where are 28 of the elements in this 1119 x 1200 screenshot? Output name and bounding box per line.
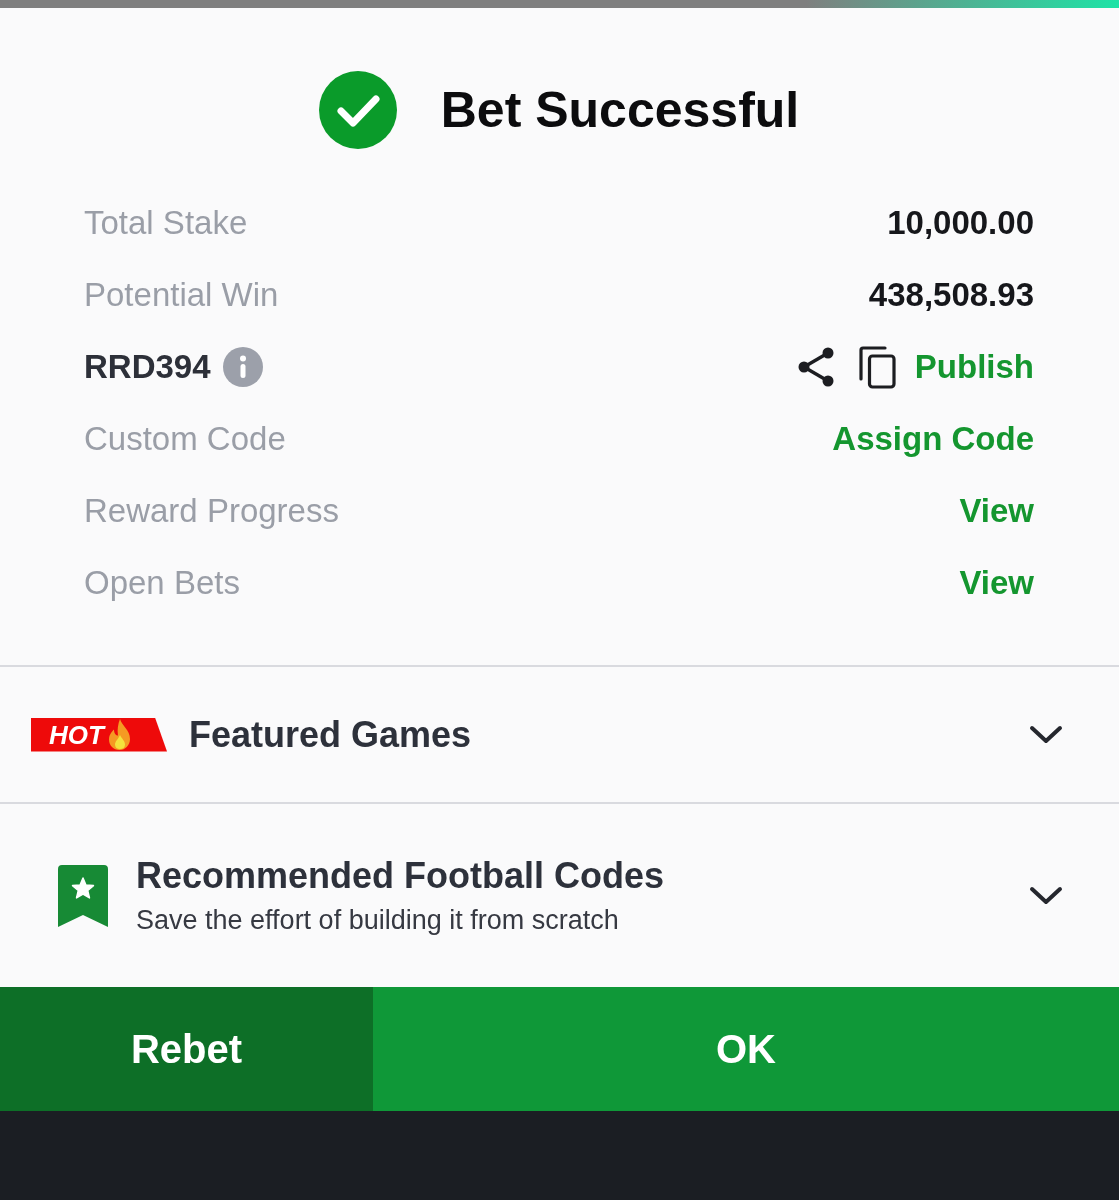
booking-code: RRD394 (84, 348, 211, 386)
action-link[interactable]: Assign Code (832, 420, 1034, 458)
detail-label: Total Stake (84, 204, 248, 242)
action-button[interactable]: Rebet (0, 987, 373, 1111)
action-button[interactable]: OK (373, 987, 1119, 1111)
detail-value: 10,000.00 (887, 204, 1034, 242)
section-subtitle: Save the effort of building it from scratch (136, 905, 619, 936)
action-link[interactable]: View (959, 492, 1034, 530)
chevron-icon[interactable] (1029, 724, 1063, 745)
badge-label: HOT (49, 719, 104, 750)
copy-icon[interactable] (858, 345, 896, 389)
detail-label: Potential Win (84, 276, 279, 314)
detail-value: 438,508.93 (868, 276, 1034, 314)
detail-label: Reward Progress (84, 492, 339, 530)
info-icon[interactable] (222, 347, 263, 387)
section-title: Recommended Football Codes (136, 855, 665, 897)
share-icon[interactable] (796, 347, 835, 387)
action-link[interactable]: View (959, 564, 1034, 602)
section-title: Featured Games (189, 713, 472, 756)
detail-label: Custom Code (84, 420, 286, 458)
check-circle-icon (318, 71, 397, 149)
bookmark-star-icon (58, 864, 108, 927)
action-link[interactable]: Publish (914, 348, 1034, 386)
success-title: Bet Successful (440, 81, 800, 140)
flame-icon (107, 719, 132, 750)
chevron-icon[interactable] (1029, 885, 1063, 906)
detail-label: Open Bets (84, 564, 240, 602)
collapsible-section[interactable]: HOT Featured Games (0, 665, 1119, 802)
